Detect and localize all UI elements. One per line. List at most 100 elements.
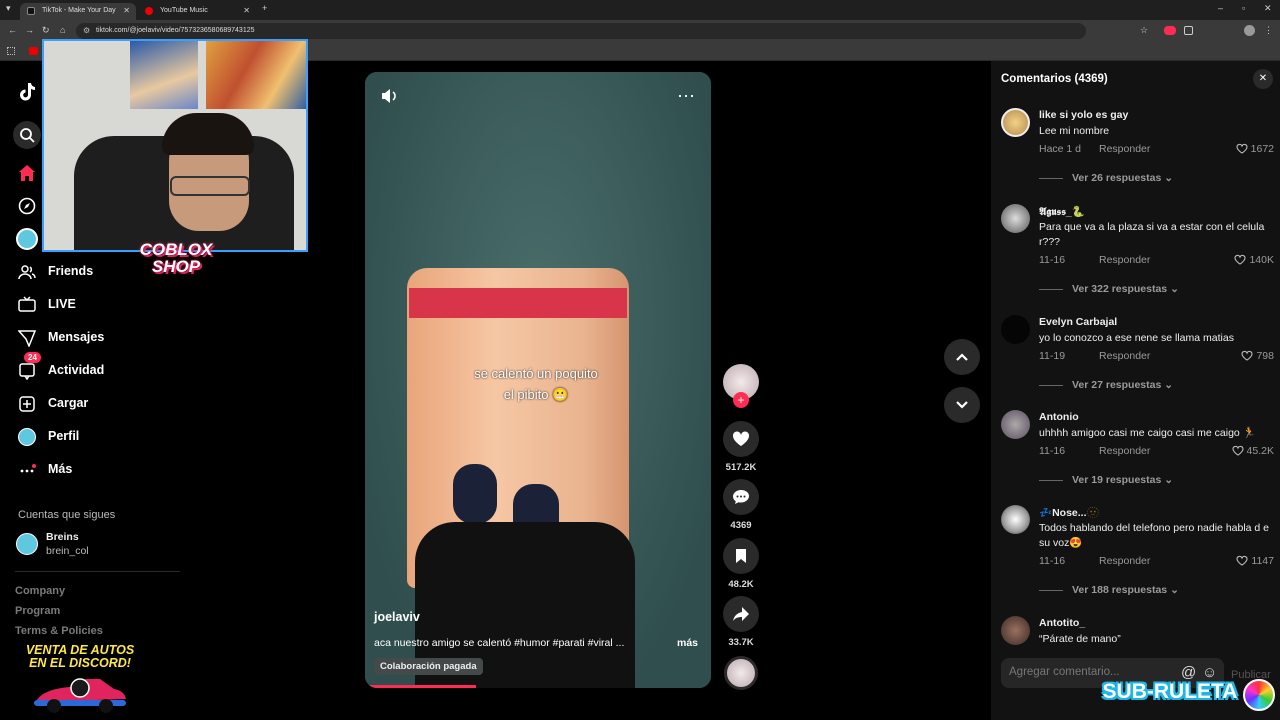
tiktok-logo[interactable] bbox=[15, 80, 39, 104]
follow-plus-button[interactable]: + bbox=[733, 392, 749, 408]
close-tab-icon[interactable]: ✕ bbox=[123, 6, 130, 15]
view-replies-button[interactable]: Ver 19 respuestas ⌄ bbox=[1039, 474, 1173, 486]
activity-badge: 24 bbox=[24, 352, 41, 363]
home-icon[interactable]: ⌂ bbox=[60, 25, 65, 35]
replies-line bbox=[1039, 589, 1063, 591]
avatar[interactable] bbox=[1001, 315, 1030, 344]
like-button[interactable] bbox=[723, 421, 759, 457]
share-action[interactable]: 33.7K bbox=[722, 596, 760, 648]
comment-username[interactable]: 𝕬𝖌𝖚𝖘𝖘_🐍 bbox=[1039, 205, 1085, 219]
back-icon[interactable]: ← bbox=[8, 25, 17, 35]
save-button[interactable] bbox=[723, 538, 759, 574]
comment-like-button[interactable]: 798 bbox=[1241, 350, 1274, 362]
view-replies-button[interactable]: Ver 27 respuestas ⌄ bbox=[1039, 379, 1173, 391]
avatar[interactable] bbox=[1001, 410, 1030, 439]
video-player[interactable]: ⋯ se calentó un poquito el pibito 😬 joel… bbox=[365, 72, 711, 688]
comment-username[interactable]: Antotito_ bbox=[1039, 617, 1085, 629]
comment-item: 𝕬𝖌𝖚𝖘𝖘_🐍 Para que va a la plaza si va a e… bbox=[1001, 204, 1276, 304]
heart-outline-icon bbox=[1231, 445, 1244, 456]
race-car-graphic bbox=[32, 676, 128, 714]
shoe-left bbox=[453, 464, 497, 524]
close-window-icon[interactable]: ✕ bbox=[1264, 3, 1272, 14]
comment-count: 4369 bbox=[730, 520, 752, 531]
minimize-window-icon[interactable]: – bbox=[1218, 3, 1223, 13]
comment-username[interactable]: 💤Nose...🫥 bbox=[1039, 506, 1100, 519]
sidebar-item-live[interactable]: LIVE bbox=[18, 294, 178, 316]
comment-username[interactable]: Evelyn Carbajal bbox=[1039, 316, 1117, 328]
video-options-icon[interactable]: ⋯ bbox=[677, 86, 695, 107]
sidebar-item-activity[interactable]: 24 Actividad bbox=[18, 352, 178, 382]
comment-button[interactable] bbox=[723, 479, 759, 515]
reload-icon[interactable]: ↻ bbox=[42, 25, 50, 36]
view-replies-button[interactable]: Ver 26 respuestas ⌄ bbox=[1039, 172, 1173, 184]
comment-bubble-icon bbox=[733, 490, 749, 504]
avatar[interactable] bbox=[1001, 204, 1030, 233]
comment-text: Lee mi nombre bbox=[1039, 125, 1110, 137]
emoji-icon[interactable]: ☺ bbox=[1202, 664, 1217, 681]
next-video-button[interactable] bbox=[944, 387, 980, 423]
bookmark-star-icon[interactable]: ☆ bbox=[1140, 25, 1148, 36]
sidebar-item-profile[interactable]: Perfil bbox=[18, 426, 178, 448]
streamer-webcam bbox=[42, 39, 308, 252]
comment-like-button[interactable]: 1147 bbox=[1236, 555, 1274, 567]
site-info-icon[interactable]: ⚙ bbox=[83, 26, 90, 35]
tab-youtube-music[interactable]: YouTube Music ✕ bbox=[138, 3, 256, 20]
following-account[interactable]: Breins brein_col bbox=[16, 531, 166, 559]
restore-window-icon[interactable]: ▫ bbox=[1242, 3, 1245, 13]
streamer-hair bbox=[162, 113, 254, 155]
comment-username[interactable]: like si yolo es gay bbox=[1039, 109, 1128, 121]
comment-like-button[interactable]: 1672 bbox=[1236, 143, 1274, 155]
extension-icon[interactable] bbox=[1164, 26, 1176, 35]
avatar[interactable] bbox=[1001, 616, 1030, 645]
close-tab-icon[interactable]: ✕ bbox=[243, 6, 250, 15]
tab-title: TikTok - Make Your Day bbox=[42, 7, 116, 14]
sidebar-item-messages[interactable]: Mensajes bbox=[18, 327, 178, 349]
comment-action[interactable]: 4369 bbox=[722, 479, 760, 531]
bookmark-icon bbox=[736, 549, 746, 563]
comment-username[interactable]: Antonio bbox=[1039, 411, 1079, 423]
reply-button[interactable]: Responder bbox=[1099, 555, 1150, 567]
mention-icon[interactable]: @ bbox=[1181, 664, 1196, 681]
apps-grid-icon[interactable] bbox=[7, 47, 15, 55]
sound-avatar[interactable] bbox=[724, 656, 758, 690]
extensions-puzzle-icon[interactable] bbox=[1184, 26, 1193, 35]
comment-like-button[interactable]: 140K bbox=[1234, 254, 1274, 266]
sidebar-item-upload[interactable]: Cargar bbox=[18, 393, 178, 415]
previous-video-button[interactable] bbox=[944, 339, 980, 375]
reply-button[interactable]: Responder bbox=[1099, 350, 1150, 362]
show-more-link[interactable]: más bbox=[677, 637, 698, 649]
search-button[interactable] bbox=[13, 121, 41, 149]
avatar[interactable] bbox=[1001, 108, 1030, 137]
forward-icon[interactable]: → bbox=[25, 25, 34, 35]
save-action[interactable]: 48.2K bbox=[722, 538, 760, 590]
reply-button[interactable]: Responder bbox=[1099, 143, 1150, 155]
sidebar-item-more[interactable]: Más bbox=[18, 459, 178, 481]
tab-tiktok[interactable]: TikTok - Make Your Day ✕ bbox=[20, 3, 136, 20]
heart-outline-icon bbox=[1241, 350, 1254, 361]
video-progress-bar[interactable] bbox=[365, 685, 476, 688]
footer-link-program[interactable]: Program bbox=[15, 605, 60, 617]
footer-link-terms[interactable]: Terms & Policies bbox=[15, 625, 103, 637]
footer-link-company[interactable]: Company bbox=[15, 585, 65, 597]
avatar[interactable] bbox=[1001, 505, 1030, 534]
like-action[interactable]: 517.2K bbox=[722, 421, 760, 473]
reply-button[interactable]: Responder bbox=[1099, 254, 1150, 266]
close-comments-button[interactable]: ✕ bbox=[1253, 69, 1273, 89]
explore-nav-icon[interactable] bbox=[18, 197, 36, 220]
video-description: aca nuestro amigo se calentó #humor #par… bbox=[374, 637, 625, 649]
reply-button[interactable]: Responder bbox=[1099, 445, 1150, 457]
new-tab-button[interactable]: + bbox=[262, 3, 267, 13]
comment-like-button[interactable]: 45.2K bbox=[1231, 445, 1274, 457]
view-replies-button[interactable]: Ver 188 respuestas ⌄ bbox=[1039, 584, 1179, 596]
video-author[interactable]: joelaviv bbox=[374, 610, 420, 624]
volume-icon[interactable] bbox=[379, 86, 399, 111]
view-replies-button[interactable]: Ver 322 respuestas ⌄ bbox=[1039, 283, 1179, 295]
browser-menu-icon[interactable]: ⋮ bbox=[1264, 25, 1273, 36]
youtube-bookmark-icon[interactable] bbox=[29, 47, 38, 55]
share-button[interactable] bbox=[723, 596, 759, 632]
profile-avatar-icon[interactable] bbox=[1244, 25, 1255, 36]
home-nav-icon[interactable] bbox=[18, 164, 36, 187]
following-nav-icon[interactable] bbox=[16, 228, 38, 250]
tab-search-icon[interactable]: ▾ bbox=[6, 3, 11, 14]
address-bar[interactable]: ⚙ tiktok.com/@joelaviv/video/75732365806… bbox=[76, 23, 1086, 39]
